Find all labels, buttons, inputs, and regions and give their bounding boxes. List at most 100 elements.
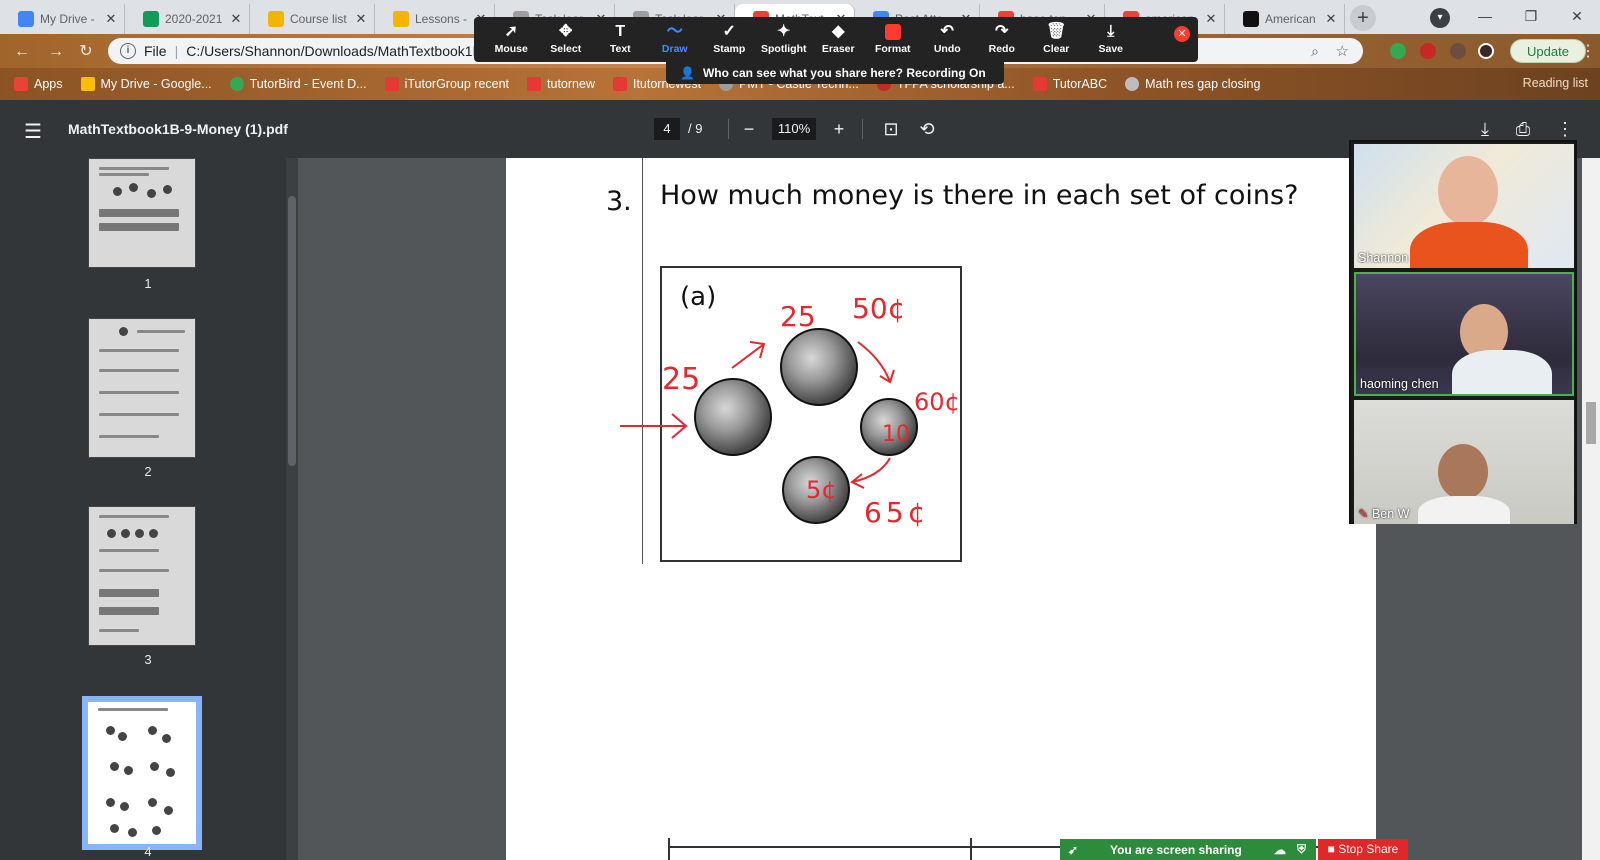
reading-list-button[interactable]: Reading list — [1523, 76, 1588, 90]
tab-search-icon[interactable]: ▾ — [1430, 8, 1450, 28]
bookmark-item[interactable]: Math res gap closing — [1125, 77, 1260, 91]
update-button[interactable]: Update — [1510, 39, 1586, 63]
screen-sharing-bar[interactable]: ➹ You are screen sharing ☁ ⛨ — [1060, 839, 1316, 860]
close-toolbar-icon[interactable]: ✕ — [1174, 26, 1190, 42]
participant-body — [1452, 350, 1552, 394]
divider: | — [174, 43, 179, 59]
cloud-icon: ☁ — [1274, 842, 1286, 857]
bookmark-item[interactable]: tutornew — [527, 77, 595, 91]
scrollbar-thumb[interactable] — [1586, 402, 1596, 444]
close-icon[interactable]: ✕ — [104, 11, 118, 27]
close-window-button[interactable]: ✕ — [1554, 0, 1600, 32]
avatar[interactable] — [1478, 43, 1494, 59]
more-options-icon[interactable]: ⋮ — [1552, 116, 1578, 142]
bookmark-item[interactable]: TutorABC — [1032, 77, 1107, 91]
zoom-level-input[interactable]: 110% — [772, 118, 816, 140]
divider — [728, 119, 729, 139]
zoom-in-icon[interactable]: + — [826, 116, 852, 142]
video-tile[interactable]: Shannon — [1354, 144, 1574, 268]
stamp-tool[interactable]: ✓ Stamp — [702, 23, 757, 55]
hamburger-menu-icon[interactable]: ☰ — [24, 119, 42, 144]
tutorbird-icon — [229, 77, 244, 91]
tab-sheets[interactable]: 2020-2021 ✕ — [125, 4, 250, 34]
video-tile-active-speaker[interactable]: haoming chen — [1354, 272, 1574, 396]
save-icon: ⤓ — [1107, 23, 1115, 40]
close-icon[interactable]: ✕ — [229, 11, 243, 27]
print-icon[interactable]: ⎙ — [1510, 116, 1536, 142]
globe-icon — [1125, 77, 1140, 91]
arrow-icon — [731, 341, 766, 369]
page-thumbnail-selected[interactable] — [82, 696, 202, 850]
zoom-icon[interactable]: ⌕ — [1311, 43, 1319, 60]
recording-notice[interactable]: 👤 Who can see what you share here? Record… — [666, 62, 1004, 84]
new-tab-button[interactable]: + — [1350, 5, 1376, 31]
tab-my-drive[interactable]: My Drive - ✕ — [0, 4, 125, 34]
restore-button[interactable]: ❐ — [1508, 0, 1554, 32]
page-thumbnail[interactable] — [88, 506, 196, 646]
annotation-50-cents: 50¢ — [852, 292, 906, 325]
video-tile[interactable]: ✎ Ben W — [1354, 400, 1574, 524]
scrollbar-thumb[interactable] — [288, 196, 296, 466]
stop-share-button[interactable]: ■ Stop Share — [1318, 839, 1408, 860]
arrow-icon — [620, 413, 688, 439]
text-tool[interactable]: T Text — [593, 23, 648, 55]
save-tool[interactable]: ⤓ Save — [1084, 23, 1139, 55]
bookmark-item[interactable]: My Drive - Google... — [80, 77, 212, 91]
page-thumbnail[interactable] — [88, 158, 196, 268]
itutor-icon — [384, 77, 399, 91]
spotlight-tool[interactable]: ✦ Spotlight — [757, 23, 812, 55]
wand-icon: ✦ — [777, 23, 791, 40]
video-gallery: Shannon haoming chen ✎ Ben W — [1349, 140, 1577, 524]
mouse-tool[interactable]: ➚ Mouse — [484, 23, 539, 55]
zoom-out-icon[interactable]: − — [736, 116, 762, 142]
bookmark-star-icon[interactable]: ☆ — [1336, 42, 1349, 60]
bookmark-item[interactable]: TutorBird - Event D... — [229, 77, 367, 91]
undo-tool[interactable]: ↶ Undo — [920, 23, 975, 55]
forward-icon[interactable]: → — [46, 42, 66, 62]
close-icon[interactable]: ✕ — [354, 11, 368, 27]
person-icon: 👤 — [680, 66, 695, 80]
itutor-icon — [527, 77, 542, 91]
sidebar-scrollbar[interactable] — [286, 158, 298, 860]
sheets-icon — [143, 11, 159, 27]
draw-tool[interactable]: 〜 Draw — [648, 23, 703, 55]
info-icon[interactable]: i — [120, 43, 136, 59]
puzzle-icon[interactable] — [1450, 43, 1466, 59]
annotation-toolbar: ➚ Mouse ✥ Select T Text 〜 Draw ✓ Stamp ✦ Spotl… — [474, 17, 1198, 62]
format-tool[interactable]: Format — [866, 23, 921, 55]
tab-course-list[interactable]: Course list ✕ — [250, 4, 375, 34]
minimize-button[interactable]: — — [1462, 0, 1508, 32]
participant-face — [1438, 444, 1488, 500]
apps-icon — [14, 77, 28, 91]
bookmark-item[interactable]: iTutorGroup recent — [384, 77, 509, 91]
clear-tool[interactable]: 🗑 Clear — [1029, 23, 1084, 55]
redo-tool[interactable]: ↷ Redo — [975, 23, 1030, 55]
select-tool[interactable]: ✥ Select — [539, 23, 594, 55]
page-number-input[interactable]: 4 — [654, 118, 680, 140]
rotate-icon[interactable]: ⟲ — [914, 116, 940, 142]
close-icon[interactable]: ✕ — [1204, 11, 1218, 27]
arrow-icon — [857, 341, 895, 384]
annotation-65-cents: 65¢ — [864, 496, 930, 529]
back-icon[interactable]: ← — [12, 42, 32, 62]
download-icon[interactable]: ⤓ — [1472, 116, 1498, 142]
divider — [862, 119, 863, 139]
redo-icon: ↷ — [995, 23, 1009, 40]
cursor-icon: ➚ — [504, 23, 518, 40]
tab-american[interactable]: American ✕ — [1225, 4, 1345, 34]
itutor-icon — [612, 77, 627, 91]
page-scrollbar[interactable] — [1582, 158, 1600, 860]
undo-icon: ↶ — [940, 23, 954, 40]
extension-icon[interactable] — [1390, 43, 1406, 59]
checkmark-icon: ✓ — [722, 23, 736, 40]
ublock-icon[interactable] — [1420, 43, 1436, 59]
thumbnail-sidebar: 1 2 3 4 — [0, 158, 296, 860]
reload-icon[interactable]: ↻ — [76, 42, 96, 62]
fit-page-icon[interactable]: ⊡ — [878, 116, 904, 142]
bookmark-item[interactable]: Apps — [14, 77, 63, 91]
eraser-tool[interactable]: ◆ Eraser — [811, 23, 866, 55]
kebab-menu-icon[interactable]: ⋮ — [1578, 42, 1598, 62]
page-thumbnail[interactable] — [88, 318, 196, 458]
close-icon[interactable]: ✕ — [1324, 11, 1338, 27]
arrow-icon — [850, 457, 891, 489]
